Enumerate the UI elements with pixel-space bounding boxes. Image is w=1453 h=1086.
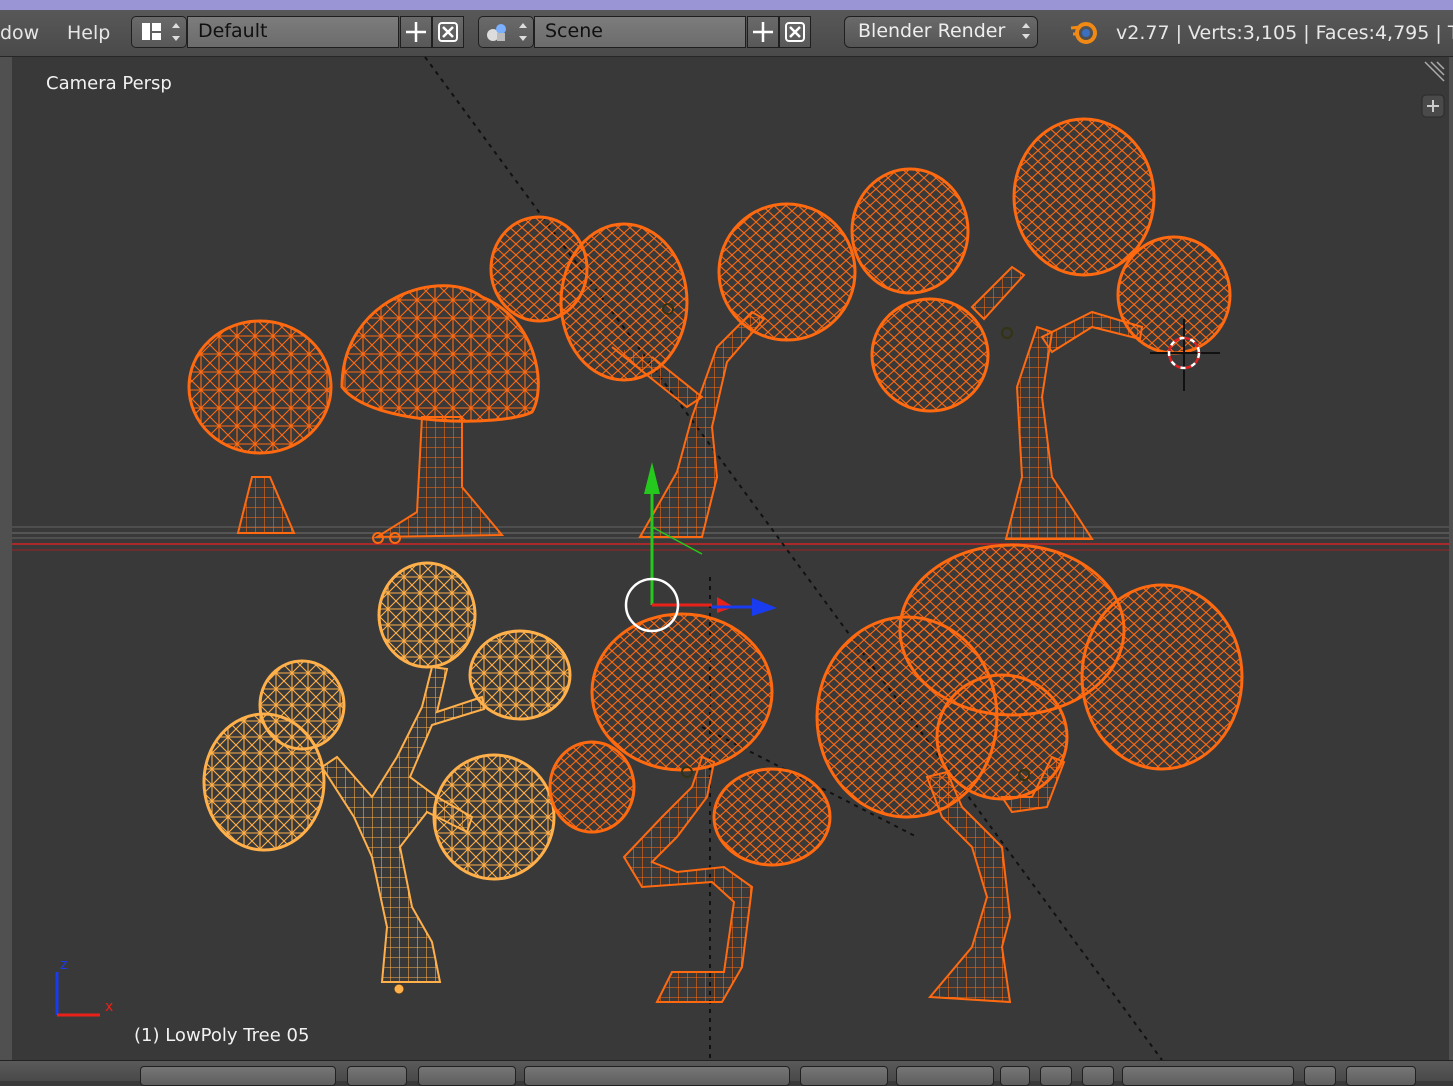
add-icon — [753, 22, 773, 42]
screen-layout-icon — [142, 23, 180, 41]
info-header: dow Help Default Scene Blender Render v2… — [0, 10, 1453, 57]
lock-button[interactable] — [1000, 1066, 1030, 1086]
menu-help[interactable]: Help — [67, 22, 110, 44]
add-screen-button[interactable] — [400, 16, 432, 48]
axis-x-label: x — [105, 999, 113, 1015]
mode-selector[interactable] — [140, 1066, 336, 1086]
active-object-label: (1) LowPoly Tree 05 — [134, 1025, 310, 1046]
view-label: Camera Persp — [46, 73, 172, 94]
viewport-canvas[interactable]: z x — [12, 57, 1449, 1060]
scene-selector[interactable] — [478, 16, 534, 48]
tree-mesh-selected[interactable] — [202, 561, 572, 995]
chevron-updown-icon — [1022, 23, 1030, 39]
tree-mesh[interactable] — [489, 202, 857, 538]
axis-widget-icon: z x — [55, 957, 113, 1017]
screen-layout-selector[interactable] — [131, 16, 187, 48]
region-corner-widget[interactable] — [1424, 61, 1445, 82]
delete-screen-button[interactable] — [432, 16, 464, 48]
properties-toggle-button[interactable] — [1421, 94, 1445, 118]
properties-edge[interactable] — [1449, 57, 1453, 1060]
snap-element-selector[interactable] — [1122, 1066, 1294, 1086]
layer-buttons[interactable] — [896, 1066, 994, 1086]
render-opengl-button[interactable] — [1304, 1066, 1336, 1086]
scene-field[interactable]: Scene — [534, 16, 746, 48]
tree-mesh[interactable] — [815, 543, 1244, 1004]
render-engine-dropdown[interactable]: Blender Render — [844, 16, 1038, 48]
close-icon — [438, 22, 458, 42]
tree-mesh[interactable] — [340, 284, 540, 544]
scene-statistics: v2.77 | Verts:3,105 | Faces:4,795 | Tri — [1116, 22, 1453, 44]
delete-scene-button[interactable] — [779, 16, 811, 48]
snap-button[interactable] — [1082, 1066, 1114, 1086]
add-scene-button[interactable] — [747, 16, 779, 48]
proportional-edit-button[interactable] — [1040, 1066, 1072, 1086]
floor-grid — [12, 526, 1449, 551]
pivot-selector[interactable] — [418, 1066, 516, 1086]
3d-viewport[interactable]: z x — [12, 57, 1449, 1060]
manipulator-toggles[interactable] — [524, 1066, 790, 1086]
layer-buttons[interactable] — [800, 1066, 888, 1086]
blender-logo-icon — [1070, 22, 1097, 44]
screen-layout-field[interactable]: Default — [187, 16, 399, 48]
tree-mesh[interactable] — [548, 612, 832, 1003]
render-engine-label: Blender Render — [858, 20, 1006, 42]
axis-z-label: z — [60, 957, 67, 973]
close-icon — [785, 22, 805, 42]
add-icon — [406, 22, 426, 42]
viewport-footer — [0, 1060, 1453, 1086]
tree-mesh[interactable] — [850, 117, 1232, 540]
render-animation-button[interactable] — [1346, 1066, 1416, 1086]
window-top-strip — [0, 0, 1453, 10]
shading-selector[interactable] — [347, 1066, 407, 1086]
scene-icon — [487, 23, 527, 41]
menu-window[interactable]: dow — [0, 22, 39, 44]
tree-mesh[interactable] — [187, 319, 333, 534]
